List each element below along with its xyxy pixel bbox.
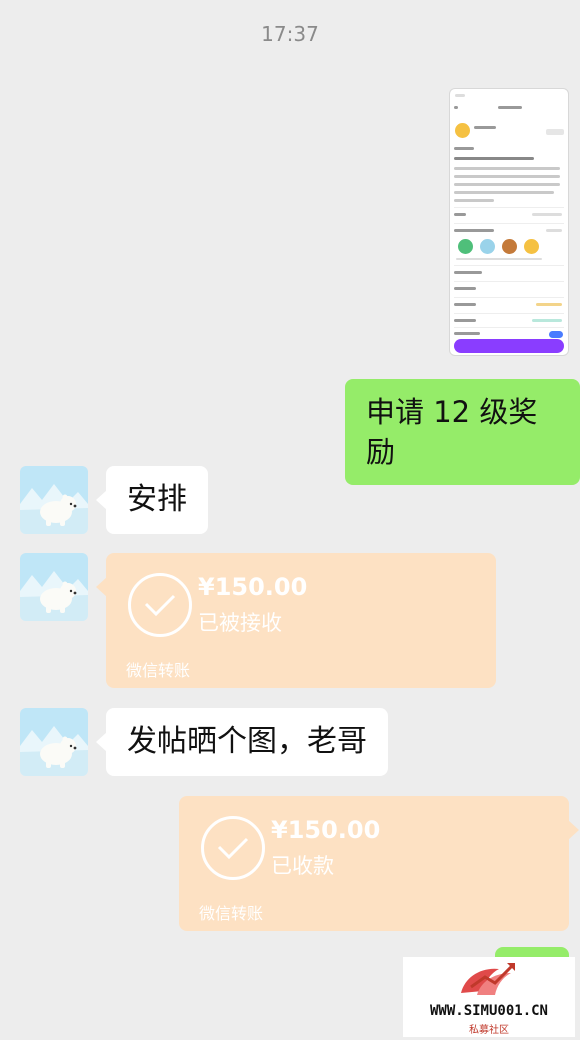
site-watermark: WWW.SIMU001.CN 私募社区 [403,957,575,1037]
check-circle-icon [201,816,265,880]
outgoing-text-bubble[interactable]: 申请 12 级奖励 [345,379,580,485]
transfer-card-collected[interactable]: ¥150.00 已收款 微信转账 [179,796,579,931]
incoming-text-bubble[interactable]: 安排 [96,466,208,534]
message-text: 发帖晒个图，老哥 [127,724,367,759]
transfer-amount: ¥150.00 [271,816,381,844]
transfer-card-received[interactable]: ¥150.00 已被接收 微信转账 [96,553,496,688]
message-text: 安排 [127,482,187,517]
check-circle-icon [128,573,192,637]
incoming-text-bubble[interactable]: 发帖晒个图，老哥 [96,708,388,776]
chat-timestamp: 17:37 [261,22,319,46]
transfer-amount: ¥150.00 [198,573,308,601]
screenshot-image-message[interactable] [449,88,569,356]
transfer-status: 已收款 [271,854,334,878]
polar-bear-avatar[interactable] [20,708,88,776]
simu-logo-icon [461,963,515,995]
transfer-status: 已被接收 [198,611,282,635]
watermark-subtitle: 私募社区 [469,1025,509,1036]
watermark-url: WWW.SIMU001.CN [429,1003,548,1019]
polar-bear-avatar[interactable] [20,466,88,534]
transfer-source-label: 微信转账 [126,661,191,680]
message-text: 申请 12 级奖励 [366,395,538,469]
polar-bear-avatar[interactable] [20,553,88,621]
transfer-source-label: 微信转账 [199,904,264,923]
